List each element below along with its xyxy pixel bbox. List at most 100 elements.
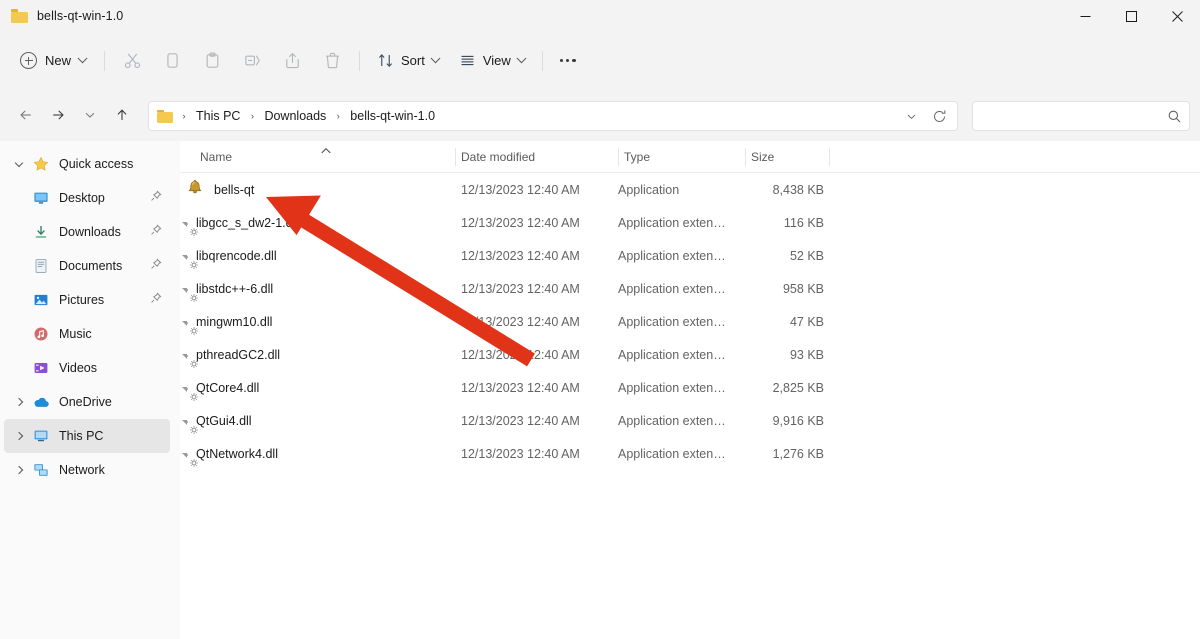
chevron-right-icon[interactable] [8, 385, 30, 419]
file-date-modified: 12/13/2023 12:40 AM [461, 447, 580, 461]
file-row[interactable]: mingwm10.dll12/13/2023 12:40 AMApplicati… [180, 305, 1200, 338]
search-box[interactable] [972, 101, 1190, 131]
back-button[interactable] [10, 99, 42, 131]
file-name: QtCore4.dll [196, 381, 259, 395]
maximize-button[interactable] [1108, 0, 1154, 32]
column-header-type[interactable]: Type [619, 141, 745, 173]
sort-arrows-icon [377, 52, 394, 69]
file-date-modified: 12/13/2023 12:40 AM [461, 249, 580, 263]
file-name-cell[interactable]: pthreadGC2.dll [186, 348, 280, 362]
file-date-modified: 12/13/2023 12:40 AM [461, 183, 580, 197]
up-button[interactable] [106, 99, 138, 131]
file-row[interactable]: QtNetwork4.dll 12/13/2023 12:40 AM Applica… [180, 437, 1200, 470]
file-row[interactable]: pthreadGC2.dll 12/13/2023 12:40 AM Applica… [180, 338, 1200, 371]
breadcrumb-separator: › [177, 111, 191, 121]
chevron-down-icon[interactable] [8, 147, 30, 181]
sidebar-item-this-pc[interactable]: This PC [4, 419, 170, 453]
breadcrumb-item-current[interactable]: bells-qt-win-1.0 [345, 106, 440, 126]
file-size: 2,825 KB [745, 381, 824, 395]
file-row[interactable]: QtGui4.dll12/13/2023 12:40 AMApplication… [180, 404, 1200, 437]
address-bar-actions [897, 102, 953, 130]
sidebar-item-label: Desktop [59, 191, 105, 205]
sort-button[interactable]: Sort [367, 45, 449, 77]
rename-button[interactable] [232, 44, 272, 78]
forward-button[interactable] [42, 99, 74, 131]
chevron-right-icon[interactable] [8, 419, 30, 453]
search-input[interactable] [973, 103, 1153, 129]
file-name-cell[interactable]: bells-qt [186, 178, 254, 202]
file-name-cell[interactable]: libqrencode.dll [186, 249, 277, 263]
file-type: Application exten… [618, 447, 726, 461]
file-list[interactable]: bells-qt12/13/2023 12:40 AMApplication8,… [180, 173, 1200, 470]
file-row[interactable]: libqrencode.dll12/13/2023 12:40 AMApplic… [180, 239, 1200, 272]
toolbar-divider [104, 51, 105, 71]
column-headers: Name Date modified Type Size [180, 141, 1200, 173]
file-name-cell[interactable]: QtNetwork4.dll [186, 447, 278, 461]
file-name: libgcc_s_dw2-1.dll [196, 216, 298, 230]
file-name-cell[interactable]: libgcc_s_dw2-1.dll [186, 216, 298, 230]
chevron-down-icon [516, 53, 526, 63]
sidebar-item-music[interactable]: Music [4, 317, 170, 351]
file-type: Application exten… [618, 216, 726, 230]
paste-button[interactable] [192, 44, 232, 78]
search-icon [1159, 109, 1189, 124]
sidebar-item-label: Downloads [59, 225, 121, 239]
recent-locations-button[interactable] [74, 99, 106, 131]
file-date-modified: 12/13/2023 12:40 AM [461, 216, 580, 230]
plus-circle-icon [20, 52, 37, 69]
pin-icon[interactable] [150, 189, 162, 207]
file-row[interactable]: bells-qt12/13/2023 12:40 AMApplication8,… [180, 173, 1200, 206]
pin-icon[interactable] [150, 291, 162, 309]
file-name-cell[interactable]: libstdc++-6.dll [186, 282, 273, 296]
sidebar-item-pictures[interactable]: Pictures [4, 283, 170, 317]
chevron-right-icon[interactable] [8, 453, 30, 487]
file-type: Application exten… [618, 282, 726, 296]
sidebar-item-onedrive[interactable]: OneDrive [4, 385, 170, 419]
sidebar-item-documents[interactable]: Documents [4, 249, 170, 283]
breadcrumb-separator: › [245, 111, 259, 121]
view-button[interactable]: View [449, 45, 535, 77]
sort-button-label: Sort [401, 53, 425, 68]
file-size: 9,916 KB [745, 414, 824, 428]
minimize-button[interactable] [1062, 0, 1108, 32]
cut-button[interactable] [112, 44, 152, 78]
address-dropdown-button[interactable] [897, 103, 925, 129]
breadcrumb-item-downloads[interactable]: Downloads [259, 106, 331, 126]
file-name-cell[interactable]: QtCore4.dll [186, 381, 259, 395]
file-date-modified: 12/13/2023 12:40 AM [461, 348, 580, 362]
sidebar-item-label: Documents [59, 259, 122, 273]
file-size: 958 KB [745, 282, 824, 296]
sidebar-item-videos[interactable]: Videos [4, 351, 170, 385]
sidebar-item-quick-access[interactable]: Quick access [4, 147, 170, 181]
see-more-button[interactable] [550, 45, 586, 77]
new-button[interactable]: New [12, 45, 97, 77]
sidebar-item-label: Quick access [59, 157, 133, 171]
file-type: Application exten… [618, 348, 726, 362]
column-header-name[interactable]: Name [180, 141, 455, 173]
sidebar-item-desktop[interactable]: Desktop [4, 181, 170, 215]
new-button-label: New [45, 53, 71, 68]
address-bar[interactable]: › This PC › Downloads › bells-qt-win-1.0 [148, 101, 958, 131]
file-date-modified: 12/13/2023 12:40 AM [461, 414, 580, 428]
file-row[interactable]: QtCore4.dll12/13/2023 12:40 AMApplicatio… [180, 371, 1200, 404]
share-button[interactable] [272, 44, 312, 78]
file-row[interactable]: libstdc++-6.dll12/13/2023 12:40 AMApplic… [180, 272, 1200, 305]
copy-button[interactable] [152, 44, 192, 78]
refresh-button[interactable] [925, 103, 953, 129]
column-header-date-modified[interactable]: Date modified [456, 141, 618, 173]
breadcrumb-item-this-pc[interactable]: This PC [191, 106, 245, 126]
file-name-cell[interactable]: QtGui4.dll [186, 414, 252, 428]
file-type: Application [618, 183, 679, 197]
column-header-size[interactable]: Size [746, 141, 829, 173]
sidebar-item-label: Pictures [59, 293, 104, 307]
navigation-pane[interactable]: Quick access Desktop Downloads Documents Pic… [0, 141, 180, 639]
sidebar-item-downloads[interactable]: Downloads [4, 215, 170, 249]
sidebar-item-network[interactable]: Network [4, 453, 170, 487]
file-date-modified: 12/13/2023 12:40 AM [461, 315, 580, 329]
close-button[interactable] [1154, 0, 1200, 32]
delete-button[interactable] [312, 44, 352, 78]
pin-icon[interactable] [150, 257, 162, 275]
pin-icon[interactable] [150, 223, 162, 241]
file-row[interactable]: libgcc_s_dw2-1.dll 12/13/2023 12:40 AM App… [180, 206, 1200, 239]
file-name-cell[interactable]: mingwm10.dll [186, 315, 272, 329]
